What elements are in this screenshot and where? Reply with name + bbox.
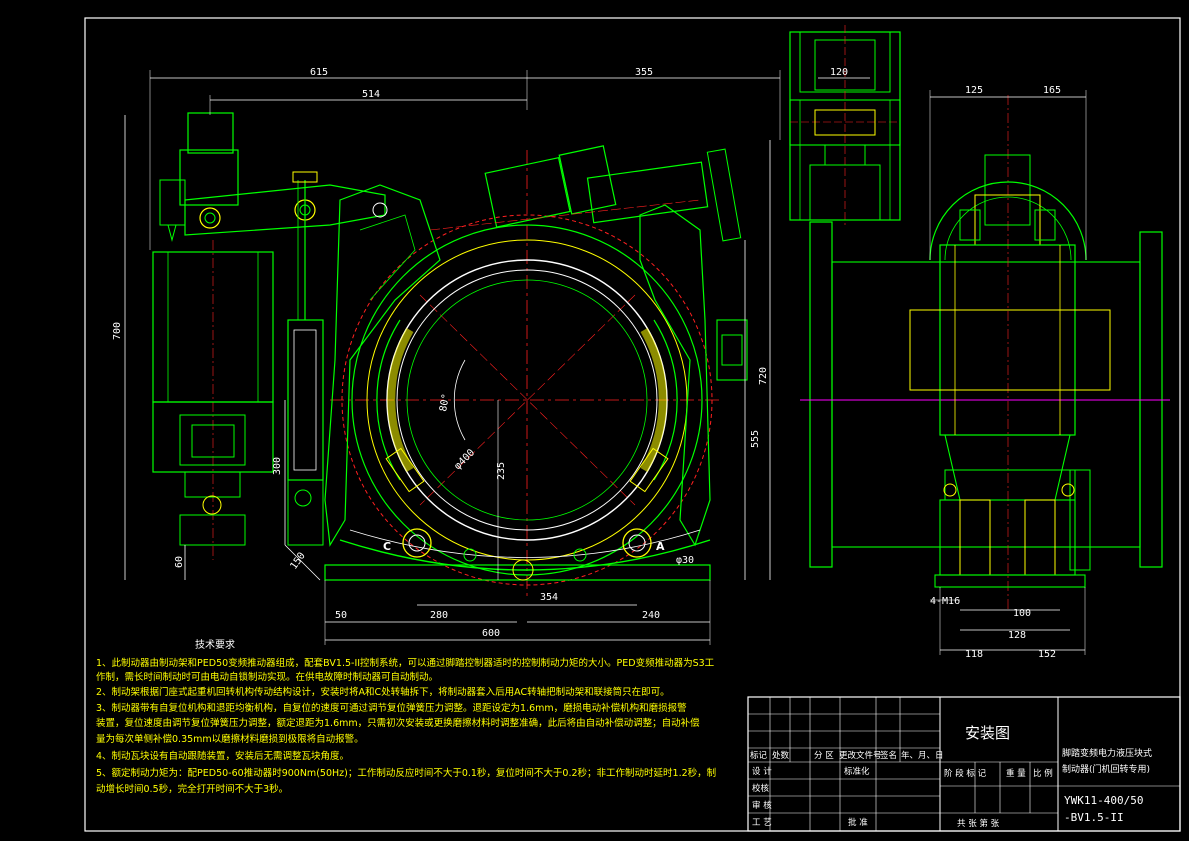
pivot-label-c: C [383,540,391,553]
side-view: 125 165 4-M16 100 128 118 152 [800,85,1170,660]
product-code-line1: YWK11-400/50 [1064,794,1143,807]
rev-header-mark: 标记 [750,750,768,761]
stage-header-mark: 阶 段 标 记 [944,768,987,779]
rev-header-date: 年、月、日 [901,750,944,761]
dim-side-165: 165 [1043,85,1061,96]
dim-355: 355 [635,67,653,78]
dim-514: 514 [362,89,380,100]
main-view [152,112,748,600]
cad-drawing: 615 355 514 700 300 60 150 720 555 235 5… [84,17,1181,832]
row-review: 审 核 [752,800,772,811]
note-line: 1、此制动器由制动架和PED50变频推动器组成，配套BV1.5-II控制系统，可… [96,657,715,669]
stage-header-weight: 重 量 [1006,768,1026,779]
row-process: 工 艺 [752,818,772,828]
dim-diameter-30: φ30 [676,555,694,566]
dim-720: 720 [758,367,769,385]
drawing-title: 安装图 [965,724,1010,742]
dim-side-100: 100 [1013,608,1031,619]
stage-header-scale: 比 例 [1033,768,1053,779]
dim-240: 240 [642,610,660,621]
dim-300: 300 [272,457,283,475]
title-block: 标记 处数 分 区 更改文件号 签名 年、月、日 设 计 标准化 校核 审 核 … [747,696,1181,832]
note-line: 5、额定制动力矩为：配PED50-60推动器时900Nm(50Hz)；工作制动反… [96,767,716,779]
pivot-label-a: A [656,540,665,553]
row-approve: 批 准 [848,817,868,828]
product-code-line2: -BV1.5-II [1064,811,1124,824]
note-line: 动增长时间0.5秒，完全打开时间不大于3秒。 [96,783,288,795]
dim-side-152: 152 [1038,649,1056,660]
note-line: 作制，需长时间制动时可由电动自锁制动实现。在供电故障时制动器可自动制动。 [96,671,438,683]
note-line: 装置，复位速度由调节复位弹簧压力调整，额定退距为1.6mm，只需初次安装或更换磨… [96,717,700,729]
row-design: 设 计 [752,766,772,777]
dim-side-125: 125 [965,85,983,96]
note-line: 4、制动瓦块设有自动跟随装置，安装后无需调整瓦块角度。 [96,750,349,762]
dim-615: 615 [310,67,328,78]
dim-side-128: 128 [1008,630,1026,641]
dim-555: 555 [750,430,761,448]
dim-280: 280 [430,610,448,621]
dim-60: 60 [174,556,185,568]
dim-bolts-m16: 4-M16 [930,596,960,607]
dim-side-118: 118 [965,649,983,660]
dim-top-120: 120 [830,67,848,78]
row-check: 校核 [752,783,770,794]
sheet-info: 共 张 第 张 [957,818,1000,829]
row-standardization: 标准化 [844,766,870,777]
rev-header-doc: 更改文件号 [839,750,882,761]
note-line: 2、制动架根据门座式起重机回转机构传动结构设计，安装时将A和C处转轴拆下，将制动… [96,686,670,698]
dim-354: 354 [540,592,558,603]
technical-notes: 技术要求 1、此制动器由制动架和PED50变频推动器组成，配套BV1.5-II控… [96,638,716,795]
note-line: 3、制动器带有自复位机构和退距均衡机构，自复位的速度可通过调节复位弹簧压力调整。… [96,702,687,714]
dim-50: 50 [335,610,347,621]
dim-600: 600 [482,628,500,639]
product-name-line1: 脚踏变频电力液压块式 [1062,747,1152,759]
rev-header-zone: 分 区 [814,751,834,761]
dim-diameter-400: φ400 [452,447,477,472]
dim-235: 235 [496,462,507,480]
notes-title: 技术要求 [195,638,235,651]
dim-angle-80: 80° [438,393,452,413]
note-line: 量为每次单侧补偿0.35mm以磨擦材料磨损到极限将自动报警。 [96,733,364,745]
dim-700: 700 [112,322,123,340]
dim-150: 150 [288,551,307,572]
rev-header-sign: 签名 [880,750,897,761]
product-name-line2: 制动器(门机回转专用) [1062,763,1150,775]
rev-header-count: 处数 [772,750,790,761]
top-view: 120 [789,25,901,225]
